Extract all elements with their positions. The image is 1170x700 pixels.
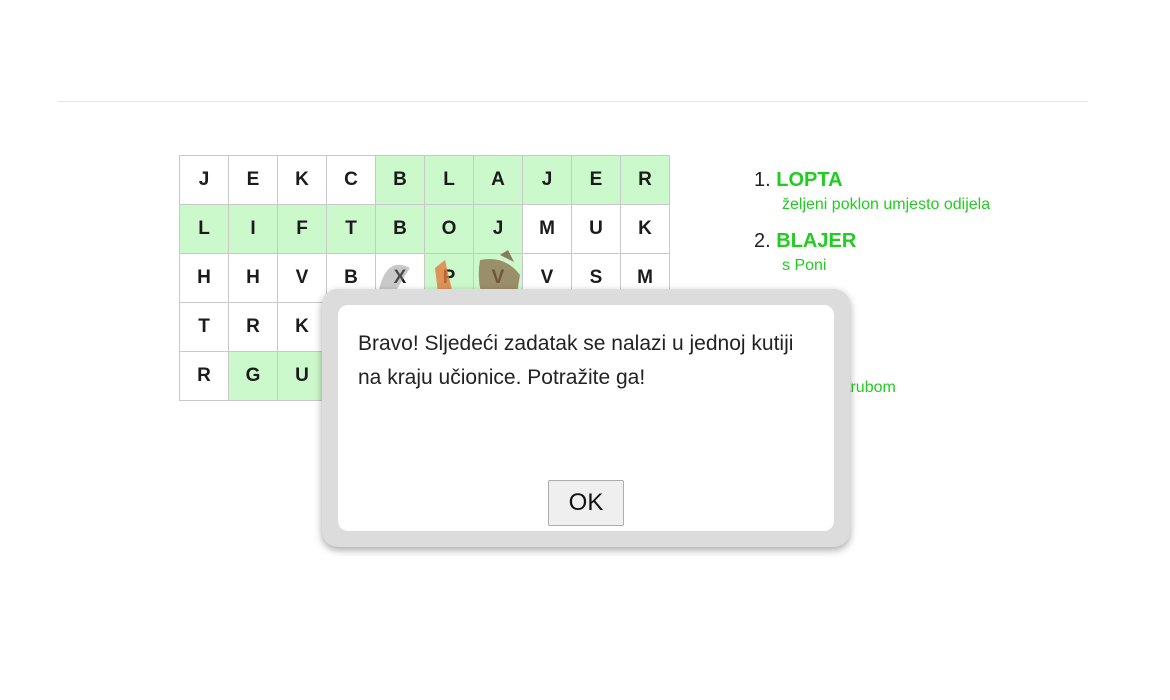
clue-word: LOPTA: [776, 169, 843, 191]
clue-number: 2.: [754, 230, 771, 252]
grid-cell[interactable]: K: [278, 303, 326, 351]
grid-cell[interactable]: L: [425, 156, 473, 204]
grid-cell[interactable]: U: [278, 352, 326, 400]
clue-item: 2. BLAJER s Poni: [754, 227, 1094, 277]
grid-cell[interactable]: R: [180, 352, 228, 400]
grid-cell[interactable]: R: [229, 303, 277, 351]
dialog-body: Bravo! Sljedeći zadatak se nalazi u jedn…: [338, 305, 834, 531]
grid-cell[interactable]: J: [180, 156, 228, 204]
clue-hint: s Poni: [782, 257, 827, 274]
grid-cell[interactable]: O: [425, 205, 473, 253]
top-divider: [58, 101, 1088, 102]
grid-cell[interactable]: J: [474, 205, 522, 253]
grid-cell[interactable]: H: [229, 254, 277, 302]
grid-cell[interactable]: V: [278, 254, 326, 302]
grid-cell[interactable]: B: [376, 156, 424, 204]
grid-cell[interactable]: L: [180, 205, 228, 253]
grid-cell[interactable]: G: [229, 352, 277, 400]
grid-cell[interactable]: F: [278, 205, 326, 253]
clue-item: 1. LOPTA željeni poklon umjesto odijela: [754, 166, 1094, 216]
clue-hint: željeni poklon umjesto odijela: [782, 196, 991, 213]
grid-cell[interactable]: H: [180, 254, 228, 302]
grid-cell[interactable]: C: [327, 156, 375, 204]
grid-cell[interactable]: E: [229, 156, 277, 204]
grid-cell[interactable]: B: [376, 205, 424, 253]
grid-cell[interactable]: T: [180, 303, 228, 351]
alert-dialog: Bravo! Sljedeći zadatak se nalazi u jedn…: [322, 289, 850, 547]
grid-cell[interactable]: K: [621, 205, 669, 253]
clue-word: BLAJER: [776, 230, 857, 252]
grid-cell[interactable]: A: [474, 156, 522, 204]
grid-cell[interactable]: K: [278, 156, 326, 204]
grid-cell[interactable]: M: [523, 205, 571, 253]
grid-cell[interactable]: U: [572, 205, 620, 253]
ok-button[interactable]: OK: [548, 480, 624, 526]
dialog-message: Bravo! Sljedeći zadatak se nalazi u jedn…: [358, 332, 794, 389]
grid-cell[interactable]: I: [229, 205, 277, 253]
grid-cell[interactable]: J: [523, 156, 571, 204]
grid-cell[interactable]: R: [621, 156, 669, 204]
clue-number: 1.: [754, 169, 771, 191]
grid-cell[interactable]: T: [327, 205, 375, 253]
grid-cell[interactable]: E: [572, 156, 620, 204]
